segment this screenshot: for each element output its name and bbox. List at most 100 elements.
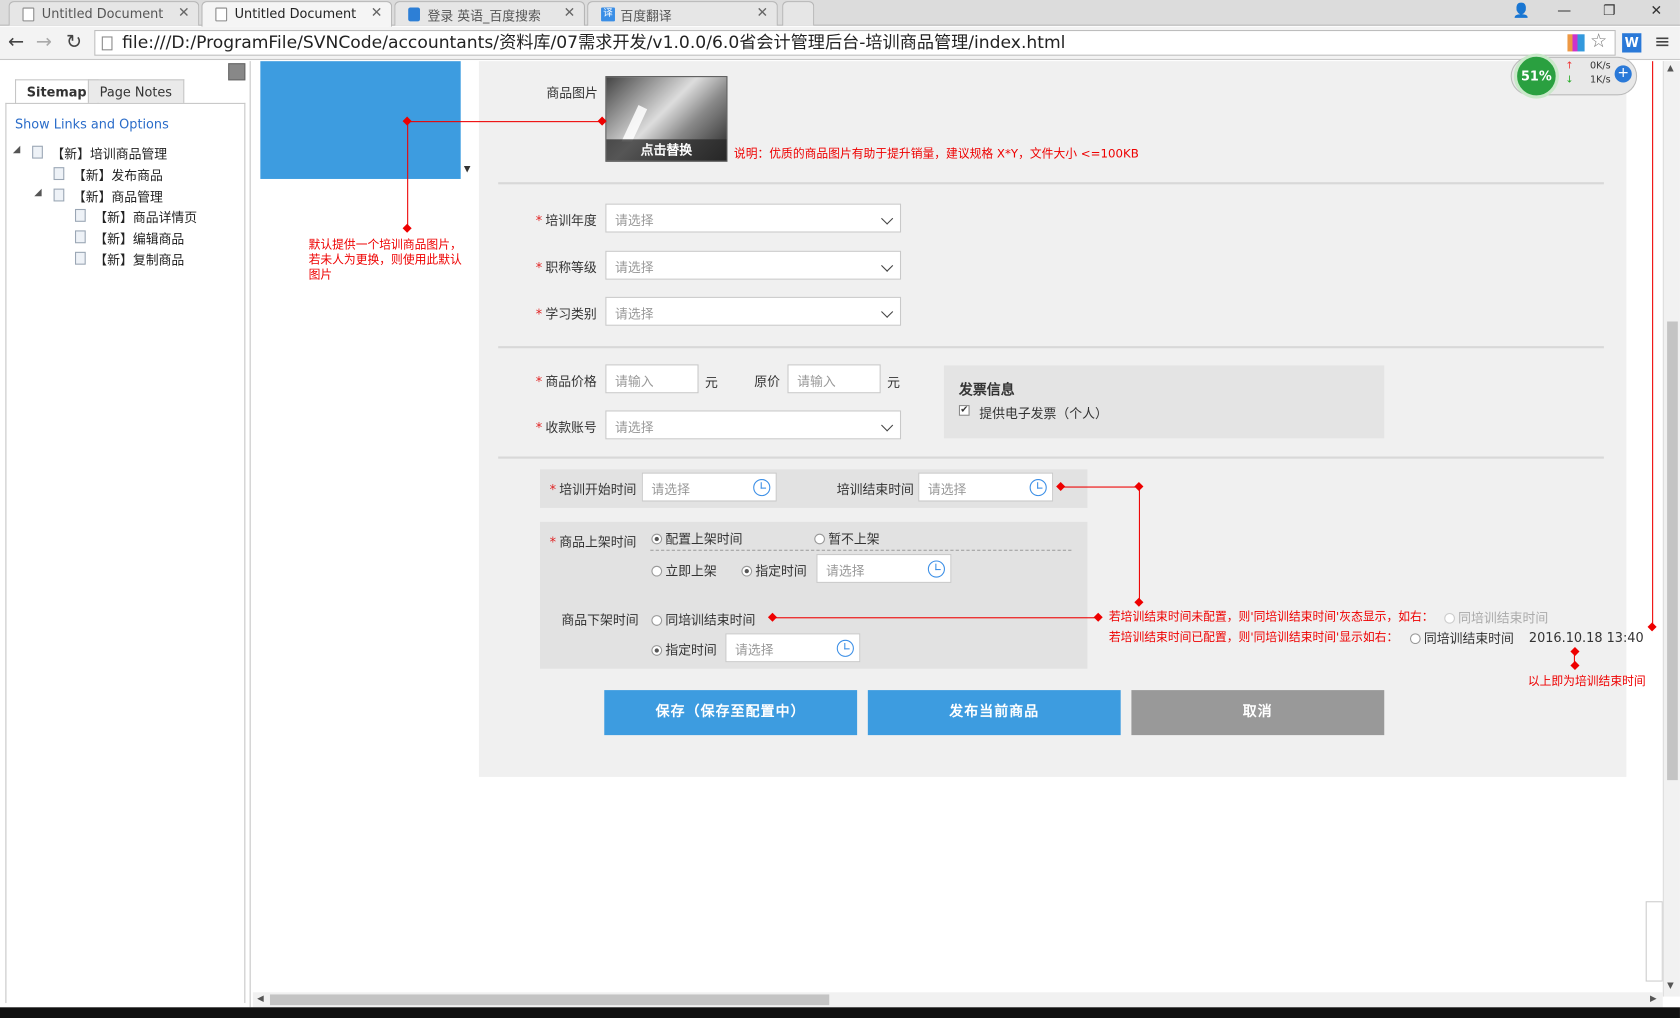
page-icon xyxy=(74,230,86,244)
radio-same-as-end[interactable]: 同培训结束时间 xyxy=(651,611,755,629)
radio-on-icon xyxy=(651,533,663,545)
tree-item[interactable]: 【新】复制商品 xyxy=(74,251,184,269)
page-icon xyxy=(74,251,86,265)
cancel-button[interactable]: 取消 xyxy=(1131,690,1385,736)
year-select[interactable]: 请选择 xyxy=(605,203,902,233)
speed-widget[interactable]: 51% ↑ ↓ 0K/s 1K/s + xyxy=(1510,53,1638,99)
tree-item[interactable]: 【新】商品详情页 xyxy=(74,208,197,226)
radio-config-time[interactable]: 配置上架时间 xyxy=(651,529,742,547)
end-time-set-note: 若培训结束时间已配置，则'同培训结束时间'显示如右： xyxy=(1108,630,1399,645)
end-time-note: 以上即为培训结束时间 xyxy=(1527,674,1646,688)
reload-icon[interactable]: ↻ xyxy=(62,31,86,54)
publish-button[interactable]: 发布当前商品 xyxy=(867,690,1121,736)
category-select[interactable]: 请选择 xyxy=(605,296,902,326)
radio-specified-time[interactable]: 指定时间 xyxy=(741,562,807,580)
divider xyxy=(498,456,1604,459)
tab-close-icon[interactable]: ✕ xyxy=(564,5,576,21)
upload-arrow-icon: ↑ xyxy=(1565,61,1574,72)
browser-tab-4[interactable]: 译 百度翻译 ✕ xyxy=(587,1,778,26)
back-icon[interactable]: ← xyxy=(4,31,28,54)
clock-icon[interactable] xyxy=(927,560,945,578)
minimize-icon[interactable]: — xyxy=(1543,0,1586,24)
train-end-input[interactable]: 请选择 xyxy=(918,472,1054,502)
chevron-down-icon xyxy=(881,419,894,432)
page-icon xyxy=(74,208,86,222)
tab-close-icon[interactable]: ✕ xyxy=(757,5,769,21)
radio-off-icon xyxy=(1409,633,1421,645)
radio-immediate[interactable]: 立即上架 xyxy=(651,562,717,580)
horizontal-scrollbar[interactable]: ◀ ▶ xyxy=(252,992,1663,1008)
new-tab-button[interactable] xyxy=(782,1,815,26)
radio-off-specified[interactable]: 指定时间 xyxy=(651,641,717,659)
original-price-input[interactable]: 请输入 xyxy=(787,364,881,394)
radio-not-shelf[interactable]: 暂不上架 xyxy=(814,529,880,547)
address-bar: ← → ↻ file:///D:/ProgramFile/SVNCode/acc… xyxy=(0,26,1680,61)
shelf-off-time-input[interactable]: 请选择 xyxy=(725,633,861,663)
close-window-icon[interactable]: ✕ xyxy=(1635,0,1678,24)
train-end-label: 培训结束时间 xyxy=(836,482,914,498)
menu-icon[interactable]: ≡ xyxy=(1654,31,1670,54)
shelf-on-time-input[interactable]: 请选择 xyxy=(816,554,952,583)
browser-tab-3[interactable]: 登录 英语_百度搜索 ✕ xyxy=(394,1,585,26)
replace-image-button[interactable]: 点击替换 xyxy=(606,139,727,161)
browser-tab-bar: Untitled Document ✕ Untitled Document ✕ … xyxy=(0,0,1680,27)
tab-page-notes[interactable]: Page Notes xyxy=(87,79,184,103)
connector-dot xyxy=(1647,622,1657,632)
sitemap-tree: Show Links and Options ◢ 【新】培训商品管理 【新】发布商… xyxy=(5,102,246,1004)
connector-line xyxy=(1060,486,1140,488)
sample-radio-disabled: 同培训结束时间 xyxy=(1444,609,1548,627)
price-input[interactable]: 请输入 xyxy=(605,364,699,394)
radio-off-icon xyxy=(651,615,663,626)
scroll-up-icon[interactable]: ▲ xyxy=(1667,63,1674,73)
scroll-thumb[interactable] xyxy=(1667,321,1678,781)
clock-icon[interactable] xyxy=(836,639,854,657)
floating-side-widget[interactable] xyxy=(1645,901,1663,982)
tree-item[interactable]: ◢ 【新】培训商品管理 xyxy=(13,145,167,163)
url-input[interactable]: file:///D:/ProgramFile/SVNCode/accountan… xyxy=(94,30,1616,56)
checkbox-checked-icon[interactable]: ✔ xyxy=(958,405,970,416)
browser-tab-2[interactable]: Untitled Document ✕ xyxy=(201,1,393,27)
scroll-down-icon[interactable]: ▼ xyxy=(1667,981,1674,991)
product-image[interactable]: 点击替换 xyxy=(605,76,728,162)
image-shape xyxy=(621,105,671,142)
plus-icon[interactable]: + xyxy=(1614,65,1632,83)
tab-close-icon[interactable]: ✕ xyxy=(178,5,190,21)
save-button[interactable]: 保存（保存至配置中） xyxy=(604,690,858,736)
vertical-scrollbar[interactable]: ▲ ▼ xyxy=(1662,61,1680,997)
scroll-left-icon[interactable]: ◀ xyxy=(257,993,264,1003)
clock-icon[interactable] xyxy=(1029,479,1047,497)
show-links-link[interactable]: Show Links and Options xyxy=(15,117,169,132)
browser-tab-1[interactable]: Untitled Document ✕ xyxy=(8,1,200,26)
price-label: * 商品价格 xyxy=(535,373,597,389)
page-icon xyxy=(215,7,228,22)
title-select[interactable]: 请选择 xyxy=(605,250,902,280)
expand-arrow-icon[interactable]: ◢ xyxy=(13,145,20,156)
forward-icon[interactable]: → xyxy=(32,31,56,54)
tab-title: Untitled Document xyxy=(234,6,357,22)
upload-speed: 0K/s xyxy=(1589,61,1611,72)
expand-arrow-icon[interactable]: ◢ xyxy=(34,188,41,199)
extension-icon[interactable] xyxy=(1567,34,1585,52)
radio-on-icon xyxy=(741,565,753,577)
taskbar xyxy=(0,1007,1680,1018)
clock-icon[interactable] xyxy=(753,479,771,497)
account-label: * 收款账号 xyxy=(535,420,597,436)
tree-item[interactable]: 【新】编辑商品 xyxy=(74,229,184,247)
tab-close-icon[interactable]: ✕ xyxy=(371,5,383,21)
tab-sitemap[interactable]: Sitemap xyxy=(14,79,99,104)
restore-icon[interactable]: ❐ xyxy=(1588,0,1631,24)
train-start-label: * 培训开始时间 xyxy=(549,482,637,498)
account-select[interactable]: 请选择 xyxy=(605,410,902,440)
train-start-input[interactable]: 请选择 xyxy=(641,472,777,502)
tree-item[interactable]: 【新】发布商品 xyxy=(53,166,163,184)
invoice-checkbox[interactable]: ✔ 提供电子发票（个人） xyxy=(958,404,1108,422)
star-icon[interactable]: ☆ xyxy=(1590,30,1607,53)
tree-item[interactable]: ◢ 【新】商品管理 xyxy=(34,188,163,206)
scroll-right-icon[interactable]: ▶ xyxy=(1650,993,1657,1003)
baidu-paw-icon xyxy=(408,7,420,22)
w-extension-icon[interactable]: W xyxy=(1622,33,1642,53)
scroll-thumb[interactable] xyxy=(269,994,830,1006)
invoice-title: 发票信息 xyxy=(958,382,1015,399)
user-icon[interactable]: 👤 xyxy=(1500,0,1543,24)
collapse-panel-icon[interactable] xyxy=(228,63,246,81)
